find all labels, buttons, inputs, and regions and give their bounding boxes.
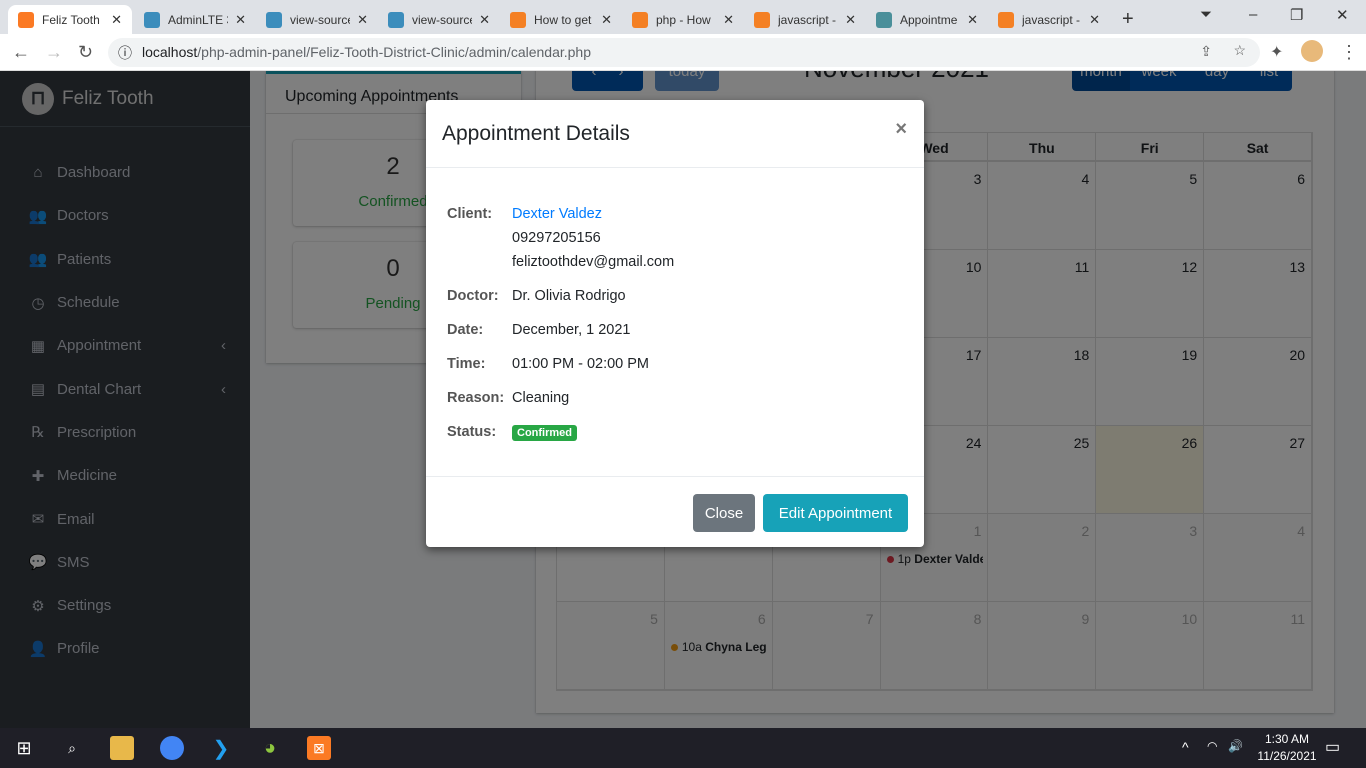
- app-icon[interactable]: ◕: [258, 736, 282, 760]
- reason-label: Reason:: [447, 390, 505, 406]
- tab-title: Appointme: [900, 12, 958, 27]
- tab-close-icon[interactable]: ✕: [479, 12, 490, 28]
- tab-close-icon[interactable]: ✕: [357, 12, 368, 28]
- tab-title: view-source: [412, 12, 472, 27]
- restore-button[interactable]: ❐: [1290, 6, 1303, 24]
- notifications-icon[interactable]: ▭: [1325, 737, 1340, 757]
- clock-date[interactable]: 11/26/2021: [1250, 749, 1324, 763]
- status-label: Status:: [447, 424, 497, 440]
- tab-close-icon[interactable]: ✕: [601, 12, 612, 28]
- time-label: Time:: [447, 356, 486, 372]
- browser-tab[interactable]: php - How ✕: [622, 5, 744, 34]
- browser-tab[interactable]: javascript - ✕: [744, 5, 866, 34]
- client-label: Client:: [447, 206, 493, 222]
- new-tab-button[interactable]: +: [1112, 5, 1134, 34]
- minimize-button[interactable]: –: [1249, 6, 1257, 23]
- browser-tab[interactable]: Appointme ✕: [866, 5, 988, 34]
- client-email: feliztoothdev@gmail.com: [512, 254, 675, 270]
- vscode-icon[interactable]: ❯: [209, 736, 233, 760]
- volume-icon[interactable]: 🔊: [1228, 739, 1243, 753]
- extensions-icon[interactable]: ✦: [1270, 42, 1283, 62]
- tab-close-icon[interactable]: ✕: [1089, 12, 1100, 28]
- avatar[interactable]: [1301, 40, 1323, 62]
- tab-title: AdminLTE 3: [168, 12, 228, 27]
- url-path: /php-admin-panel/Feliz-Tooth-District-Cl…: [197, 44, 591, 60]
- tray-chevron-icon[interactable]: ^: [1182, 739, 1189, 755]
- tab-title: view-source: [290, 12, 350, 27]
- date-label: Date:: [447, 322, 484, 338]
- windows-start-icon[interactable]: ⊞: [12, 736, 36, 760]
- doctor-value: Dr. Olivia Rodrigo: [512, 288, 626, 304]
- client-name-link[interactable]: Dexter Valdez: [512, 202, 674, 226]
- tab-close-icon[interactable]: ✕: [235, 12, 246, 28]
- modal-footer: Close Edit Appointment: [426, 476, 924, 547]
- tab-close-icon[interactable]: ✕: [111, 12, 122, 28]
- time-value: 01:00 PM - 02:00 PM: [512, 356, 650, 372]
- close-button[interactable]: Close: [693, 494, 755, 532]
- address-bar-row: ← → ↻ ⓘ localhost/php-admin-panel/Feliz-…: [0, 34, 1366, 71]
- clock-time[interactable]: 1:30 AM: [1258, 732, 1316, 746]
- forward-icon[interactable]: →: [45, 42, 63, 63]
- back-icon[interactable]: ←: [12, 42, 30, 63]
- tab-close-icon[interactable]: ✕: [845, 12, 856, 28]
- browser-tab[interactable]: view-source ✕: [256, 5, 378, 34]
- doctor-label: Doctor:: [447, 288, 499, 304]
- client-phone: 09297205156: [512, 230, 601, 246]
- browser-tab[interactable]: AdminLTE 3 ✕: [134, 5, 256, 34]
- wifi-icon[interactable]: ◠: [1207, 739, 1217, 753]
- close-window-button[interactable]: ✕: [1336, 6, 1349, 24]
- stackoverflow-icon: [510, 11, 526, 28]
- tab-title: javascript -: [778, 12, 837, 27]
- profile-menu-icon[interactable]: ⏷: [1200, 6, 1212, 23]
- tab-title: Feliz Tooth: [42, 12, 100, 27]
- browser-tab[interactable]: javascript - ✕: [988, 5, 1110, 34]
- adminlte-icon: [144, 11, 160, 28]
- browser-tab-strip: Feliz Tooth ✕ AdminLTE 3 ✕ view-source ✕ view-…: [0, 0, 1366, 34]
- stackoverflow-icon: [632, 11, 648, 28]
- modal-close-icon[interactable]: ×: [895, 118, 907, 141]
- tab-close-icon[interactable]: ✕: [967, 12, 978, 28]
- tab-close-icon[interactable]: ✕: [723, 12, 734, 28]
- stackoverflow-icon: [998, 11, 1014, 28]
- stackoverflow-icon: [754, 11, 770, 28]
- browser-tab[interactable]: view-source ✕: [378, 5, 500, 34]
- info-icon: ⓘ: [118, 45, 132, 61]
- chrome-icon[interactable]: [160, 736, 184, 760]
- reason-value: Cleaning: [512, 390, 570, 406]
- xampp-icon[interactable]: ⊠: [307, 736, 331, 760]
- xampp-icon: [18, 11, 34, 28]
- tab-title: php - How: [656, 12, 711, 27]
- doctor-icon: [876, 11, 892, 28]
- url-input[interactable]: ⓘ localhost/php-admin-panel/Feliz-Tooth-…: [108, 38, 1260, 67]
- tab-title: How to get: [534, 12, 592, 27]
- star-icon[interactable]: ☆: [1233, 42, 1246, 59]
- browser-tab[interactable]: How to get ✕: [500, 5, 622, 34]
- date-value: December, 1 2021: [512, 322, 631, 338]
- tab-title: javascript -: [1022, 12, 1081, 27]
- share-icon[interactable]: ⇪: [1200, 43, 1212, 60]
- more-menu-icon[interactable]: ⋮: [1340, 42, 1358, 63]
- adminlte-icon: [388, 11, 404, 28]
- edit-appointment-button[interactable]: Edit Appointment: [763, 494, 908, 532]
- search-icon[interactable]: ⌕: [60, 736, 84, 760]
- adminlte-icon: [266, 11, 282, 28]
- url-host: localhost: [142, 44, 198, 60]
- modal-title: Appointment Details: [426, 100, 924, 168]
- status-badge: Confirmed: [512, 425, 577, 441]
- appointment-details-modal: Appointment Details × Client: Dexter Val…: [426, 100, 924, 547]
- browser-tab[interactable]: Feliz Tooth ✕: [8, 5, 132, 34]
- taskbar: ⊞ ⌕ ❯ ◕ ⊠ ^ ◠ 🔊 1:30 AM 11/26/2021 ▭: [0, 728, 1366, 768]
- reload-icon[interactable]: ↻: [78, 42, 93, 63]
- file-explorer-icon[interactable]: [110, 736, 134, 760]
